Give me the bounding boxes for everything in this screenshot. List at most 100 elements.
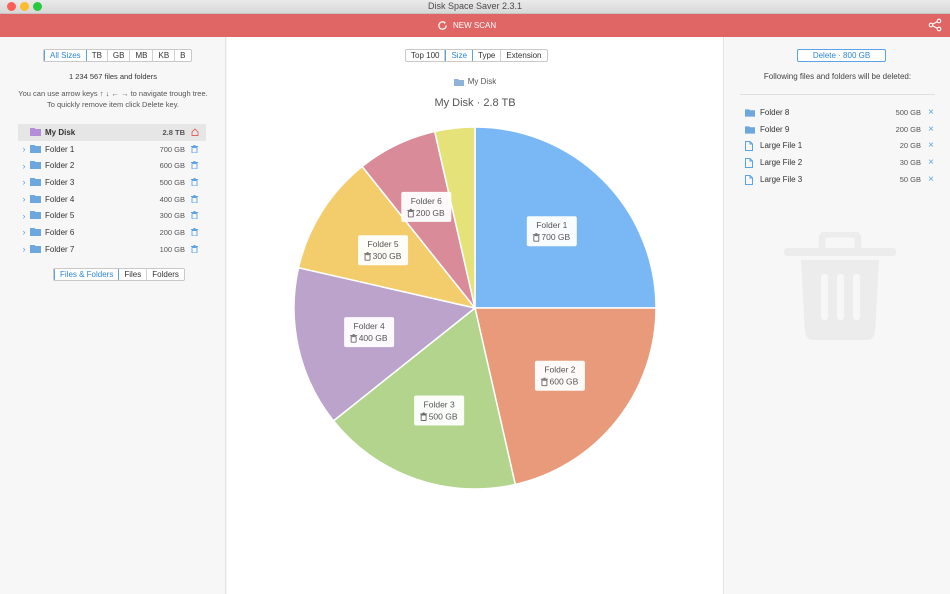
tree-item-size: 500 GB — [159, 177, 185, 187]
trash-icon[interactable] — [191, 161, 200, 170]
pie-label-folder-3[interactable]: Folder 3 500 GB — [414, 395, 465, 426]
center-panel: Top 100 Size Type Extension My Disk My Disk… — [227, 37, 723, 594]
remove-icon[interactable]: × — [927, 174, 935, 185]
chevron-right-icon[interactable]: › — [18, 244, 30, 254]
trash-icon[interactable] — [191, 144, 200, 154]
pie-label-folder-2[interactable]: Folder 2 600 GB — [534, 360, 585, 391]
chevron-right-icon[interactable]: › — [18, 194, 30, 204]
tree-item-name: Folder 7 — [45, 244, 75, 254]
remove-icon[interactable]: × — [927, 107, 935, 118]
size-filter-control: All Sizes TB GB MB KB B — [43, 49, 192, 62]
size-filter-b[interactable]: B — [175, 50, 190, 61]
tree-item-name: Folder 6 — [45, 227, 75, 237]
delete-queue-item[interactable]: Folder 9 200 GB × — [745, 121, 935, 138]
chevron-right-icon[interactable]: › — [18, 211, 30, 221]
delete-queue-item[interactable]: Large File 1 20 GB × — [745, 138, 935, 155]
tree-row[interactable]: › Folder 4 400 GB — [18, 191, 206, 208]
tree-row[interactable]: › Folder 1 700 GB — [18, 141, 206, 158]
remove-icon[interactable]: × — [927, 140, 935, 151]
folder-icon — [30, 160, 41, 171]
delete-queue-item-name: Large File 1 — [760, 141, 803, 151]
divider — [740, 94, 935, 95]
delete-queue-item-size: 30 GB — [899, 158, 921, 168]
pie-label-folder-5[interactable]: Folder 5 300 GB — [358, 235, 409, 266]
tree-row[interactable]: › Folder 3 500 GB — [18, 174, 206, 191]
tree-row[interactable]: › Folder 2 600 GB — [18, 157, 206, 174]
chevron-right-icon[interactable]: › — [18, 161, 30, 171]
tree-root-my-disk[interactable]: My Disk 2.8 TB — [18, 124, 206, 141]
delete-queue-item[interactable]: Large File 3 50 GB × — [745, 171, 935, 188]
remove-icon[interactable]: × — [927, 124, 935, 135]
pie-label-value: 300 GB — [373, 251, 402, 261]
tree-item-size: 2.8 TB — [162, 127, 185, 137]
disk-usage-pie-chart: Folder 1 700 GB Folder 2 600 GB Folder 3 500 … — [293, 126, 657, 490]
pie-label-folder-6[interactable]: Folder 6 200 GB — [401, 191, 452, 222]
delete-queue-item[interactable]: Large File 2 30 GB × — [745, 154, 935, 171]
trash-icon[interactable] — [191, 244, 200, 254]
file-count-text: 1 234 567 files and folders — [69, 72, 157, 81]
folder-icon — [30, 194, 41, 205]
pie-label-name: Folder 1 — [536, 220, 567, 230]
remove-icon[interactable]: × — [927, 157, 935, 168]
tree-item-size: 700 GB — [159, 144, 185, 154]
window-title: Disk Space Saver 2.3.1 — [427, 1, 523, 11]
file-icon — [745, 157, 755, 168]
folder-icon — [745, 125, 755, 134]
home-icon[interactable] — [191, 128, 200, 137]
delete-description: Following files and folders will be dele… — [763, 72, 912, 81]
tree-item-size: 300 GB — [159, 211, 185, 221]
tree-item-name: Folder 1 — [45, 144, 75, 154]
delete-queue-item-size: 200 GB — [895, 124, 921, 134]
chevron-right-icon[interactable]: › — [18, 227, 30, 237]
size-filter-kb[interactable]: KB — [153, 50, 176, 61]
file-icon — [745, 174, 755, 185]
tree-item-name: Folder 4 — [45, 194, 75, 204]
new-scan-button[interactable]: NEW SCAN — [437, 18, 496, 33]
size-filter-all-sizes[interactable]: All Sizes — [44, 50, 87, 61]
tree-item-size: 100 GB — [159, 244, 185, 254]
size-filter-gb[interactable]: GB — [108, 50, 131, 61]
share-icon[interactable] — [928, 18, 942, 32]
tree-item-name: Folder 2 — [45, 161, 75, 171]
trash-icon[interactable] — [191, 227, 200, 237]
tree-item-name: Folder 3 — [45, 177, 75, 187]
help-text: You can use arrow keys ↑ ↓ ← → to naviga… — [0, 88, 226, 110]
view-filter-folders[interactable]: Folders — [147, 269, 184, 280]
tree-item-size: 400 GB — [159, 194, 185, 204]
right-panel: Delete · 800 GB Following files and fold… — [723, 37, 950, 594]
delete-queue-item[interactable]: Folder 8 500 GB × — [745, 104, 935, 121]
pie-label-folder-1[interactable]: Folder 1 700 GB — [526, 216, 577, 247]
pie-label-value: 200 GB — [416, 208, 445, 218]
trash-icon — [784, 232, 896, 340]
toolbar-header: NEW SCAN — [0, 14, 950, 37]
left-panel: All Sizes TB GB MB KB B 1 234 567 files and f… — [0, 37, 226, 594]
delete-queue-item-size: 20 GB — [899, 141, 921, 151]
size-filter-mb[interactable]: MB — [130, 50, 154, 61]
chevron-right-icon[interactable]: › — [18, 144, 30, 154]
pie-label-folder-4[interactable]: Folder 4 400 GB — [344, 317, 395, 348]
chevron-right-icon[interactable]: › — [18, 177, 30, 187]
trash-icon[interactable] — [191, 211, 200, 220]
delete-queue-list: Folder 8 500 GB × Folder 9 200 GB × Large File… — [745, 104, 935, 188]
delete-button[interactable]: Delete · 800 GB — [797, 49, 886, 62]
trash-icon[interactable] — [191, 194, 200, 204]
view-filter-files[interactable]: Files — [119, 269, 148, 280]
size-filter-tb[interactable]: TB — [87, 50, 108, 61]
window-titlebar: Disk Space Saver 2.3.1 — [0, 0, 950, 14]
folder-icon — [30, 210, 41, 221]
tree-item-name: Folder 5 — [45, 211, 75, 221]
trash-icon[interactable] — [191, 177, 200, 187]
tree-row[interactable]: › Folder 7 100 GB — [18, 241, 206, 258]
view-filter-control: Files & Folders Files Folders — [53, 268, 185, 281]
refresh-icon — [438, 21, 447, 30]
help-line-2: To quickly remove item click Delete key. — [47, 100, 179, 109]
tree-row[interactable]: › Folder 5 300 GB — [18, 207, 206, 224]
folder-icon — [30, 177, 41, 188]
pie-label-name: Folder 2 — [544, 365, 575, 375]
tree-row[interactable]: › Folder 6 200 GB — [18, 224, 206, 241]
delete-queue-item-name: Large File 3 — [760, 175, 803, 185]
folder-icon — [745, 108, 755, 117]
tree-item-name: My Disk — [45, 127, 76, 137]
view-filter-files-folders[interactable]: Files & Folders — [54, 269, 120, 280]
tree-item-size: 200 GB — [159, 227, 185, 237]
